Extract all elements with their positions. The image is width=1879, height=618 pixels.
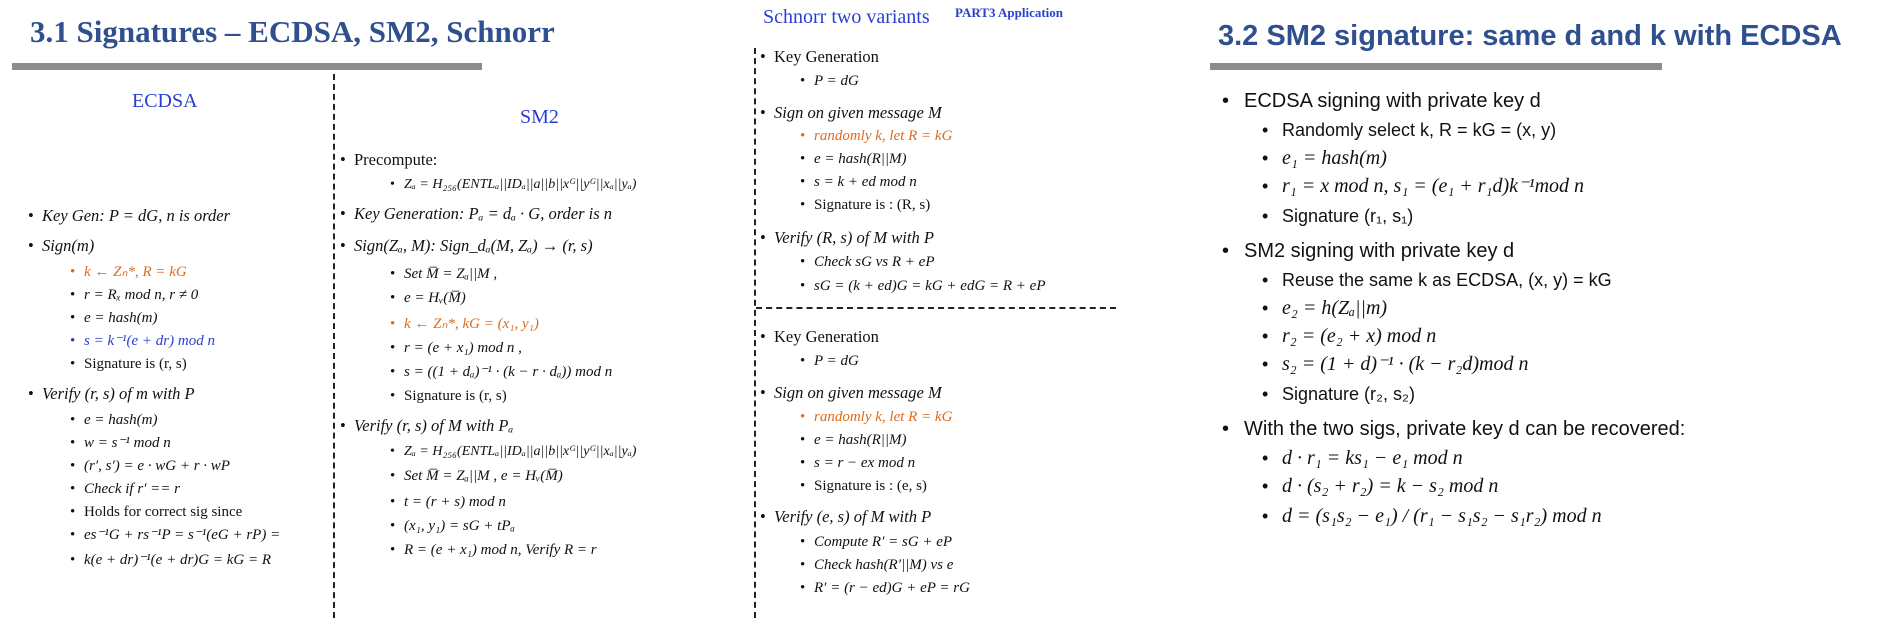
schnorr1-sign: • Sign on given message M [760, 103, 942, 122]
sm2-verify-item: • R = (e + x₁) mod n, Verify R = r [390, 542, 597, 558]
schnorr1-sign-item: • Signature is : (R, s) [800, 197, 931, 213]
sm2-verify: • Verify (r, s) of M with Pₐ [340, 416, 514, 435]
schnorr-title: Schnorr two variants [763, 6, 930, 28]
right-title-underline [1210, 63, 1662, 70]
ecdsa-verify-item: • Check if r′ == r [70, 481, 181, 497]
sm2-verify-item: • (x₁, y₁) = sG + tPₐ [390, 518, 515, 534]
recovery-sm2-item: • Signature (r₂, s₂) [1262, 384, 1416, 404]
sm2-precompute: • Precompute: [340, 150, 438, 169]
ecdsa-verify: • Verify (r, s) of m with P [28, 384, 195, 403]
left-title-underline [12, 63, 482, 70]
sm2-sign-item: • Signature is (r, s) [390, 388, 507, 404]
ecdsa-verify-item: • e = hash(m) [70, 412, 158, 428]
ecdsa-sm2-divider [333, 74, 335, 618]
schnorr2-verify-item: • Compute R′ = sG + eP [800, 534, 953, 550]
ecdsa-header: ECDSA [132, 90, 198, 112]
ecdsa-sign-item: • k ← Zₙ*, R = kG [70, 264, 187, 280]
ecdsa-sign-item: • Signature is (r, s) [70, 356, 187, 372]
sm2-sign-item: • k ← Zₙ*, kG = (x₁, y₁) [390, 316, 539, 332]
ecdsa-keygen: • Key Gen: P = dG, n is order [28, 206, 231, 225]
schnorr2-keygen: • Key Generation [760, 327, 879, 346]
schnorr1-sign-item: • e = hash(R||M) [800, 151, 907, 167]
schnorr1-keygen: • Key Generation [760, 47, 879, 66]
sm2-verify-item: • t = (r + s) mod n [390, 494, 506, 510]
recovery-sm2-item: • Reuse the same k as ECDSA, (x, y) = kG [1262, 270, 1612, 290]
schnorr2-keygen-item: • P = dG [800, 353, 859, 369]
schnorr1-verify-item: • sG = (k + ed)G = kG + edG = R + eP [800, 278, 1046, 294]
recovery-both-item: • d = (s₁s₂ − e₁) / (r₁ − s₁s₂ − s₁r₂) mo… [1262, 505, 1602, 527]
recovery-ecdsa-item: • r₁ = x mod n, s₁ = (e₁ + r₁d)k⁻¹mod n [1262, 175, 1585, 197]
recovery-ecdsa-item: • Randomly select k, R = kG = (x, y) [1262, 120, 1557, 140]
schnorr1-sign-item: • randomly k, let R = kG [800, 128, 953, 144]
sm2-sign: • Sign(Zₐ, M): Sign_dₐ(M, Zₐ) → (r, s) [340, 236, 593, 255]
ecdsa-sign-item: • r = Rₓ mod n, r ≠ 0 [70, 287, 199, 303]
ecdsa-verify-item: • k(e + dr)⁻¹(e + dr)G = kG = R [70, 552, 272, 568]
recovery-both-item: • d · (s₂ + r₂) = k − s₂ mod n [1262, 475, 1499, 497]
right-slide-title: 3.2 SM2 signature: same d and k with ECD… [1218, 20, 1842, 52]
sm2-header: SM2 [520, 106, 559, 128]
schnorr1-verify: • Verify (R, s) of M with P [760, 228, 934, 247]
ecdsa-sign-item: • s = k⁻¹(e + dr) mod n [70, 333, 215, 349]
recovery-ecdsa: • ECDSA signing with private key d [1222, 90, 1541, 112]
schnorr2-sign-item: • e = hash(R||M) [800, 432, 907, 448]
ecdsa-sign-item: • e = hash(m) [70, 310, 158, 326]
recovery-ecdsa-item: • e₁ = hash(m) [1262, 147, 1387, 169]
ecdsa-sign: • Sign(m) [28, 236, 95, 255]
schnorr-variant-divider [756, 307, 1116, 309]
ecdsa-verify-item: • w = s⁻¹ mod n [70, 435, 171, 451]
schnorr2-verify: • Verify (e, s) of M with P [760, 507, 932, 526]
recovery-sm2-item: • e₂ = h(Zₐ||m) [1262, 297, 1388, 319]
ecdsa-verify-item: • (r′, s′) = e · wG + r · wP [70, 458, 230, 474]
recovery-ecdsa-item: • Signature (r₁, s₁) [1262, 206, 1414, 226]
sm2-sign-item: • e = Hᵥ(M̅) [390, 290, 466, 306]
sm2-keygen: • Key Generation: Pₐ = dₐ · G, order is n [340, 204, 613, 223]
sm2-verify-item: • Set M̅ = Zₐ||M , e = Hᵥ(M̅) [390, 468, 563, 484]
recovery-both-item: • d · r₁ = ks₁ − e₁ mod n [1262, 447, 1463, 469]
schnorr2-verify-item: • R′ = (r − ed)G + eP = rG [800, 580, 970, 596]
schnorr2-verify-item: • Check hash(R′||M) vs e [800, 557, 954, 573]
recovery-both: • With the two sigs, private key d can be… [1222, 418, 1686, 440]
sm2-verify-item: • Zₐ = H₂₅₆(ENTLₐ||IDₐ||a||b||xᴳ||yᴳ||xₐ|… [390, 444, 637, 459]
schnorr1-keygen-item: • P = dG [800, 73, 859, 89]
left-slide-title: 3.1 Signatures – ECDSA, SM2, Schnorr [30, 14, 555, 49]
schnorr-left-divider [754, 48, 756, 618]
ecdsa-verify-item: • es⁻¹G + rs⁻¹P = s⁻¹(eG + rP) = [70, 527, 281, 543]
schnorr1-verify-item: • Check sG vs R + eP [800, 254, 935, 270]
schnorr2-sign: • Sign on given message M [760, 383, 942, 402]
ecdsa-verify-item: • Holds for correct sig since [70, 504, 243, 520]
sm2-sign-item: • r = (e + x₁) mod n , [390, 340, 522, 356]
schnorr2-sign-item: • randomly k, let R = kG [800, 409, 953, 425]
part-label: PART3 Application [955, 5, 1064, 20]
sm2-sign-item: • Set M̅ = Zₐ||M , [390, 266, 498, 282]
schnorr2-sign-item: • Signature is : (e, s) [800, 478, 927, 494]
schnorr1-sign-item: • s = k + ed mod n [800, 174, 917, 190]
schnorr2-sign-item: • s = r − ex mod n [800, 455, 916, 471]
recovery-sm2: • SM2 signing with private key d [1222, 240, 1515, 262]
sm2-sign-item: • s = ((1 + dₐ)⁻¹ · (k − r · dₐ)) mod n [390, 364, 613, 380]
recovery-sm2-item: • r₂ = (e₂ + x) mod n [1262, 325, 1437, 347]
recovery-sm2-item: • s₂ = (1 + d)⁻¹ · (k − r₂d)mod n [1262, 353, 1529, 375]
sm2-precompute-item: • Zₐ = H₂₅₆(ENTLₐ||IDₐ||a||b||xᴳ||yᴳ||xₐ|… [390, 177, 637, 192]
